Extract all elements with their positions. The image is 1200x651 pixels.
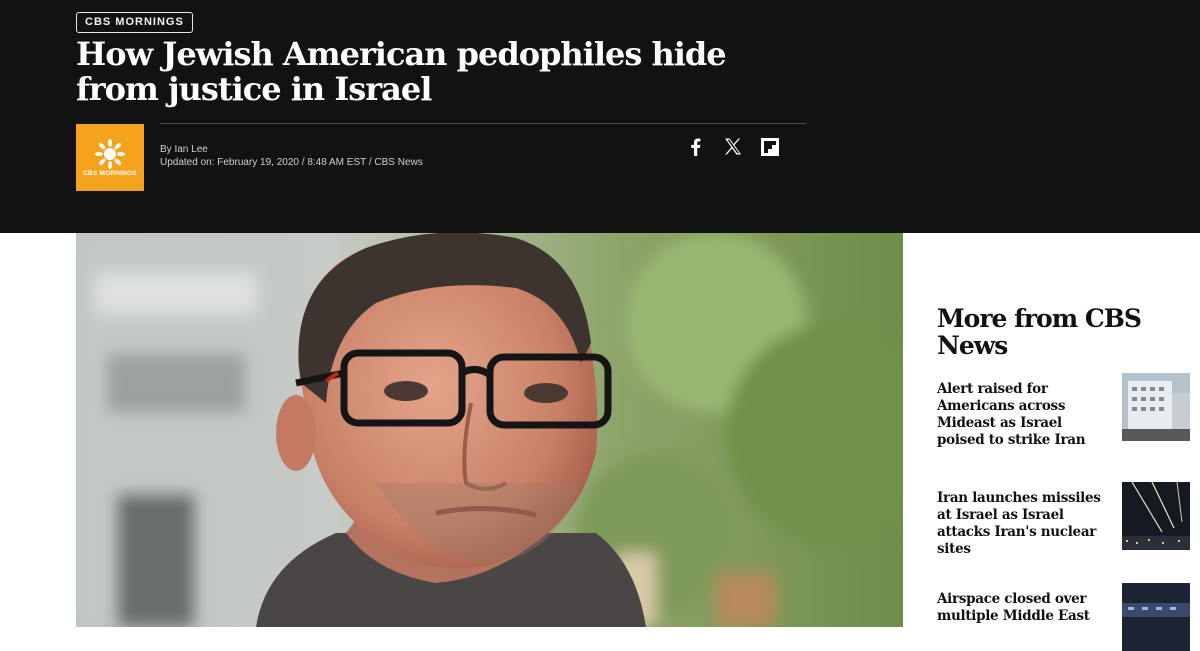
byline-divider bbox=[160, 123, 806, 124]
article-headline: How Jewish American pedophiles hide from… bbox=[76, 35, 727, 108]
author-link[interactable]: Ian Lee bbox=[174, 144, 207, 155]
byline: By Ian Lee Updated on: February 19, 2020… bbox=[160, 143, 423, 169]
share-facebook-button[interactable] bbox=[684, 135, 708, 159]
share-x-button[interactable] bbox=[721, 135, 745, 159]
rail-story-thumbnail bbox=[1122, 482, 1190, 550]
facebook-icon bbox=[691, 138, 701, 156]
airport-night-photo bbox=[1122, 583, 1190, 651]
logo-wordmark: CBS MORNINGS bbox=[83, 170, 137, 177]
man-portrait-photo bbox=[76, 233, 903, 627]
topic-badge[interactable]: CBS MORNINGS bbox=[76, 12, 193, 33]
updated-timestamp: Updated on: February 19, 2020 / 8:48 AM … bbox=[160, 157, 423, 168]
byline-author-line: By Ian Lee bbox=[160, 143, 423, 156]
cbs-mornings-logo[interactable]: CBS MORNINGS bbox=[76, 124, 144, 191]
article-hero: CBS MORNINGS How Jewish American pedophi… bbox=[0, 0, 1200, 233]
sun-icon bbox=[95, 139, 125, 169]
rail-title: More from CBS News bbox=[937, 304, 1142, 360]
x-icon bbox=[725, 138, 741, 155]
embassy-building-photo bbox=[1122, 373, 1190, 441]
rail-story-headline: Iran launches missiles at Israel as Isra… bbox=[937, 490, 1101, 557]
more-from-cbs-rail: More from CBS News Alert raised for Amer… bbox=[937, 304, 1192, 651]
rail-story-thumbnail bbox=[1122, 583, 1190, 651]
rail-story-headline: Airspace closed over multiple Middle Eas… bbox=[937, 591, 1090, 624]
share-flipboard-button[interactable] bbox=[758, 135, 782, 159]
rail-story-headline: Alert raised for Americans across Mideas… bbox=[937, 381, 1086, 448]
rail-story-thumbnail bbox=[1122, 373, 1190, 441]
byline-prefix: By bbox=[160, 144, 175, 155]
share-bar bbox=[684, 135, 784, 159]
article-lead-image bbox=[76, 233, 903, 627]
flipboard-icon bbox=[761, 138, 779, 156]
night-missiles-photo bbox=[1122, 482, 1190, 550]
